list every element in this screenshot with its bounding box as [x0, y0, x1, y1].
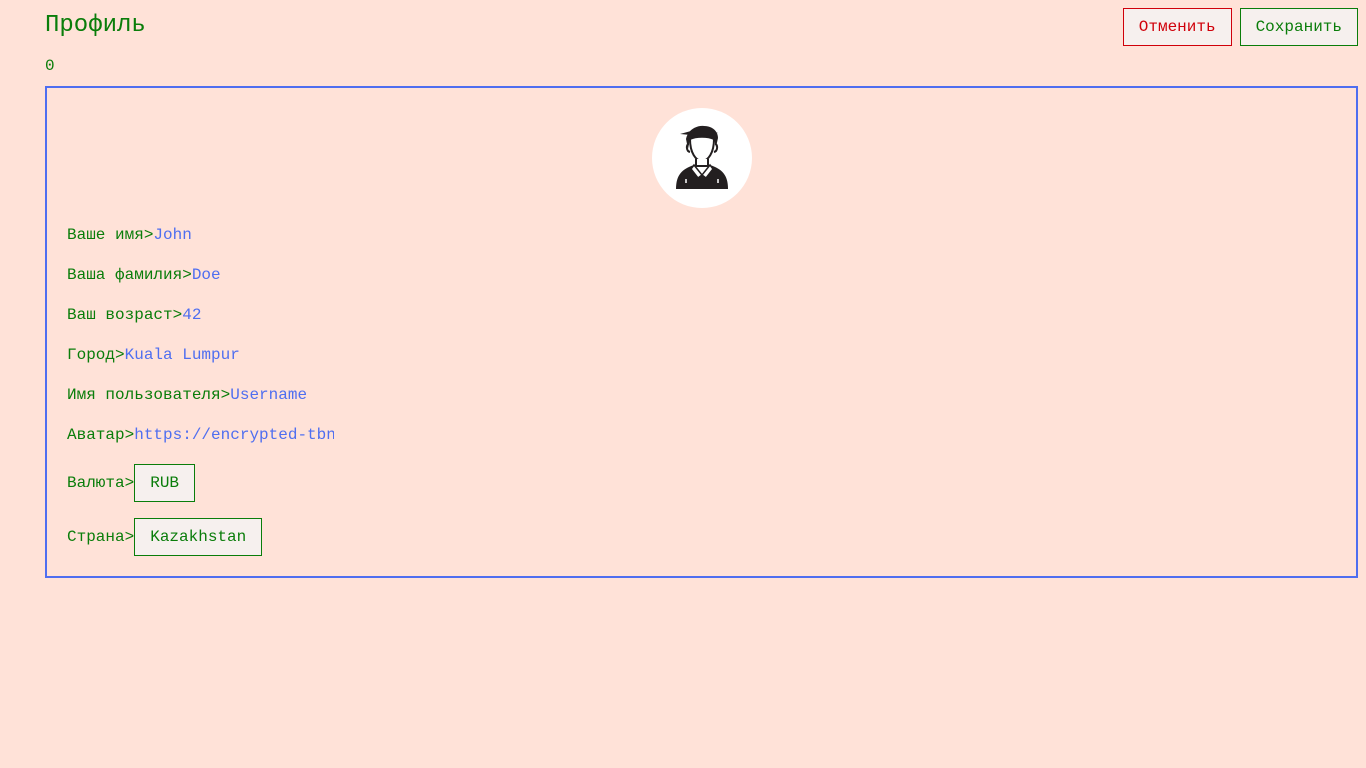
- profile-card: Ваше имя> Ваша фамилия> Ваш возраст> Гор…: [45, 86, 1358, 578]
- age-label: Ваш возраст>: [67, 306, 183, 324]
- age-field: Ваш возраст>: [67, 305, 383, 325]
- page-title: Профиль: [45, 12, 146, 39]
- save-button[interactable]: Сохранить: [1239, 8, 1358, 46]
- avatar: [652, 108, 752, 208]
- first-name-label: Ваше имя>: [67, 226, 154, 244]
- city-field: Город>: [67, 345, 325, 365]
- counter-text: 0: [45, 57, 55, 75]
- age-input[interactable]: [182, 305, 383, 325]
- first-name-input[interactable]: [153, 225, 354, 245]
- username-label: Имя пользователя>: [67, 386, 231, 404]
- username-field: Имя пользователя>: [67, 385, 431, 405]
- last-name-label: Ваша фамилия>: [67, 266, 192, 284]
- country-field: Страна> Kazakhstan: [67, 518, 263, 556]
- user-avatar-icon: [676, 125, 728, 189]
- last-name-field: Ваша фамилия>: [67, 265, 392, 285]
- currency-field: Валюта> RUB: [67, 464, 196, 502]
- city-input[interactable]: [124, 345, 325, 365]
- avatar-url-field: Аватар>: [67, 425, 335, 445]
- profile-page: Профиль Отменить Сохранить 0 Ваше имя> J…: [0, 0, 1366, 768]
- cancel-button[interactable]: Отменить: [1122, 8, 1232, 46]
- city-label: Город>: [67, 346, 125, 364]
- username-input[interactable]: [230, 385, 431, 405]
- country-label: Страна>: [67, 528, 135, 546]
- currency-select[interactable]: RUB: [134, 464, 196, 502]
- header-actions: Отменить Сохранить: [1122, 8, 1358, 46]
- avatar-url-label: Аватар>: [67, 426, 135, 444]
- first-name-field: Ваше имя>: [67, 225, 354, 245]
- country-select[interactable]: Kazakhstan: [134, 518, 263, 556]
- currency-label: Валюта>: [67, 474, 135, 492]
- avatar-url-input[interactable]: [134, 425, 335, 445]
- last-name-input[interactable]: [191, 265, 392, 285]
